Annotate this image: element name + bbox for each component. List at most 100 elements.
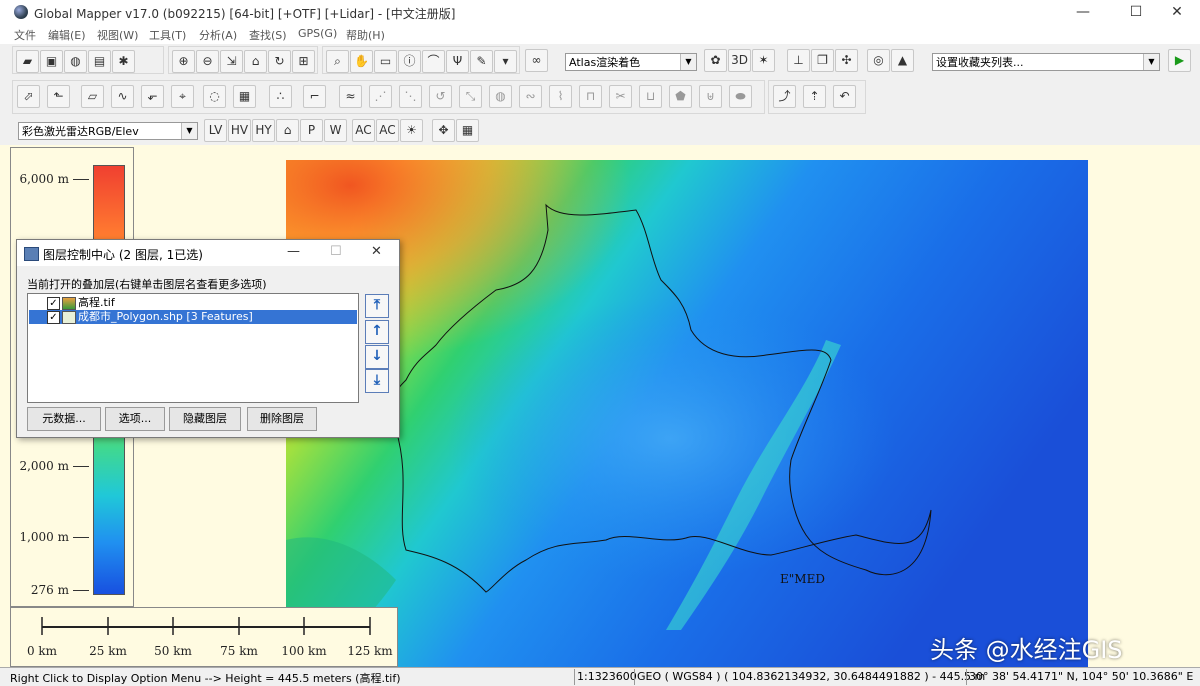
create-area-icon[interactable]: ▱: [81, 85, 104, 108]
binoculars-icon[interactable]: ∞: [525, 49, 548, 72]
lidar-hv-icon[interactable]: HV: [228, 119, 251, 142]
lighting-icon[interactable]: ✶: [752, 49, 775, 72]
lidar-palette-icon[interactable]: ▦: [456, 119, 479, 142]
lidar-ac-icon[interactable]: AC: [352, 119, 375, 142]
run-play-icon[interactable]: ▶: [1168, 49, 1191, 72]
pan-hand-icon[interactable]: ✋: [350, 50, 373, 73]
lidar-lv-icon[interactable]: LV: [204, 119, 227, 142]
buffer-icon[interactable]: ◍: [489, 85, 512, 108]
menu-help[interactable]: 帮助(H): [346, 27, 385, 43]
layers-icon[interactable]: ❐: [811, 49, 834, 72]
menu-view[interactable]: 视图(W): [97, 27, 138, 43]
lidar-color-select[interactable]: 彩色激光雷达RGB/Elev ▼: [18, 122, 198, 140]
draw-pen-icon[interactable]: ✎: [470, 50, 493, 73]
layer-row-polygon[interactable]: ✓ 成都市_Polygon.shp [3 Features]: [29, 310, 357, 324]
layer-visibility-checkbox[interactable]: ✓: [47, 297, 60, 310]
menu-analysis[interactable]: 分析(A): [199, 27, 237, 43]
delete-layer-button[interactable]: 删除图层: [247, 407, 317, 431]
lidar-buildings-icon[interactable]: ⌂: [276, 119, 299, 142]
grid-view-icon[interactable]: ⊞: [292, 50, 315, 73]
cut-icon[interactable]: ✂: [609, 85, 632, 108]
lidar-powerline-icon[interactable]: P: [300, 119, 323, 142]
lidar-ac2-icon[interactable]: AC: [376, 119, 399, 142]
close-button[interactable]: ✕: [1154, 0, 1200, 24]
lidar-move-icon[interactable]: ✥: [432, 119, 455, 142]
menu-tools[interactable]: 工具(T): [149, 27, 186, 43]
shader-select[interactable]: Atlas渲染着色 ▼: [565, 53, 697, 71]
rotate-icon[interactable]: ↺: [429, 85, 452, 108]
target-icon[interactable]: ◎: [867, 49, 890, 72]
metadata-button[interactable]: 元数据...: [27, 407, 101, 431]
shader-settings-icon[interactable]: ✿: [704, 49, 727, 72]
shape-icon[interactable]: ⬟: [669, 85, 692, 108]
dialog-close-button[interactable]: ✕: [371, 244, 382, 259]
snap-icon[interactable]: ✣: [835, 49, 858, 72]
lidar-hy-icon[interactable]: HY: [252, 119, 275, 142]
crosshair-line-icon[interactable]: ⊥: [787, 49, 810, 72]
move-down-icon[interactable]: ↓: [365, 345, 389, 369]
move-to-top-icon[interactable]: ⤒: [365, 294, 389, 318]
dropdown-arrow-icon[interactable]: ▾: [494, 50, 517, 73]
toolbar-row-1: ▰ ▣ ◍ ▤ ✱ ⊕ ⊖ ⇲ ⌂ ↻ ⊞ ⌕ ✋ ▭ ⓘ ⌒ Ψ ✎ ▾ ∞ …: [0, 44, 1200, 78]
blob-icon[interactable]: ⬬: [729, 85, 752, 108]
coords-icon[interactable]: ⌖: [171, 85, 194, 108]
menu-file[interactable]: 文件: [14, 27, 36, 43]
favorites-select[interactable]: 设置收藏夹列表... ▼: [932, 53, 1160, 71]
measure-icon[interactable]: ▭: [374, 50, 397, 73]
create-point-icon[interactable]: ⬐: [141, 85, 164, 108]
layer-visibility-checkbox[interactable]: ✓: [47, 311, 60, 324]
layer-list[interactable]: ✓ 高程.tif ✓ 成都市_Polygon.shp [3 Features]: [27, 293, 359, 403]
open-folder-icon[interactable]: ▰: [16, 50, 39, 73]
minimize-button[interactable]: —: [1060, 0, 1106, 24]
3d-view-icon[interactable]: 3D: [728, 49, 751, 72]
circle-icon[interactable]: ◌: [203, 85, 226, 108]
globe-data-icon[interactable]: ◍: [64, 50, 87, 73]
move-vertex-icon[interactable]: ∴: [269, 85, 292, 108]
config-icon[interactable]: ✱: [112, 50, 135, 73]
union-icon[interactable]: ⊎: [699, 85, 722, 108]
smooth-icon[interactable]: ∾: [519, 85, 542, 108]
tower-icon[interactable]: Ψ: [446, 50, 469, 73]
join-line-icon[interactable]: ⋱: [399, 85, 422, 108]
path-profile-icon[interactable]: ⌒: [422, 50, 445, 73]
north-arrow-icon[interactable]: ▲: [891, 49, 914, 72]
insert-vertex-icon[interactable]: ⌐: [303, 85, 326, 108]
menu-gps[interactable]: GPS(G): [298, 27, 337, 40]
scale-icon[interactable]: ⤡: [459, 85, 482, 108]
redirect-icon[interactable]: ⤴: [773, 85, 796, 108]
magnify-tool-icon[interactable]: ⌕: [326, 50, 349, 73]
edit-line-icon[interactable]: ≈: [339, 85, 362, 108]
lidar-sun-icon[interactable]: ☀: [400, 119, 423, 142]
maximize-button[interactable]: ☐: [1113, 0, 1159, 24]
create-line-icon[interactable]: ∿: [111, 85, 134, 108]
refresh-icon[interactable]: ↻: [268, 50, 291, 73]
digitize-select-icon[interactable]: ⬀: [17, 85, 40, 108]
combine-icon[interactable]: ⊔: [639, 85, 662, 108]
split-line-icon[interactable]: ⋰: [369, 85, 392, 108]
dialog-minimize-button[interactable]: —: [287, 244, 300, 259]
menu-search[interactable]: 查找(S): [249, 27, 287, 43]
info-globe-icon[interactable]: ⓘ: [398, 50, 421, 73]
simplify-icon[interactable]: ⌇: [549, 85, 572, 108]
zoom-out-icon[interactable]: ⊖: [196, 50, 219, 73]
print-icon[interactable]: ▤: [88, 50, 111, 73]
merge-icon[interactable]: ⊓: [579, 85, 602, 108]
upload-icon[interactable]: ⇡: [803, 85, 826, 108]
options-button[interactable]: 选项...: [105, 407, 165, 431]
undo-icon[interactable]: ↶: [833, 85, 856, 108]
move-to-bottom-icon[interactable]: ⤓: [365, 369, 389, 393]
zoom-full-icon[interactable]: ⇲: [220, 50, 243, 73]
menu-edit[interactable]: 编辑(E): [48, 27, 86, 43]
hide-layer-button[interactable]: 隐藏图层: [169, 407, 241, 431]
digitize-edit-icon[interactable]: ⬑: [47, 85, 70, 108]
dialog-titlebar[interactable]: 图层控制中心 (2 图层, 1已选) — ☐ ✕: [17, 240, 399, 266]
move-up-icon[interactable]: ↑: [365, 320, 389, 344]
layer-row-elevation[interactable]: ✓ 高程.tif: [29, 296, 357, 310]
elevation-raster[interactable]: E"MED: [286, 160, 1088, 667]
zoom-in-icon[interactable]: ⊕: [172, 50, 195, 73]
grid-area-icon[interactable]: ▦: [233, 85, 256, 108]
lidar-water-icon[interactable]: W: [324, 119, 347, 142]
home-icon[interactable]: ⌂: [244, 50, 267, 73]
dialog-maximize-button[interactable]: ☐: [330, 244, 342, 259]
save-icon[interactable]: ▣: [40, 50, 63, 73]
